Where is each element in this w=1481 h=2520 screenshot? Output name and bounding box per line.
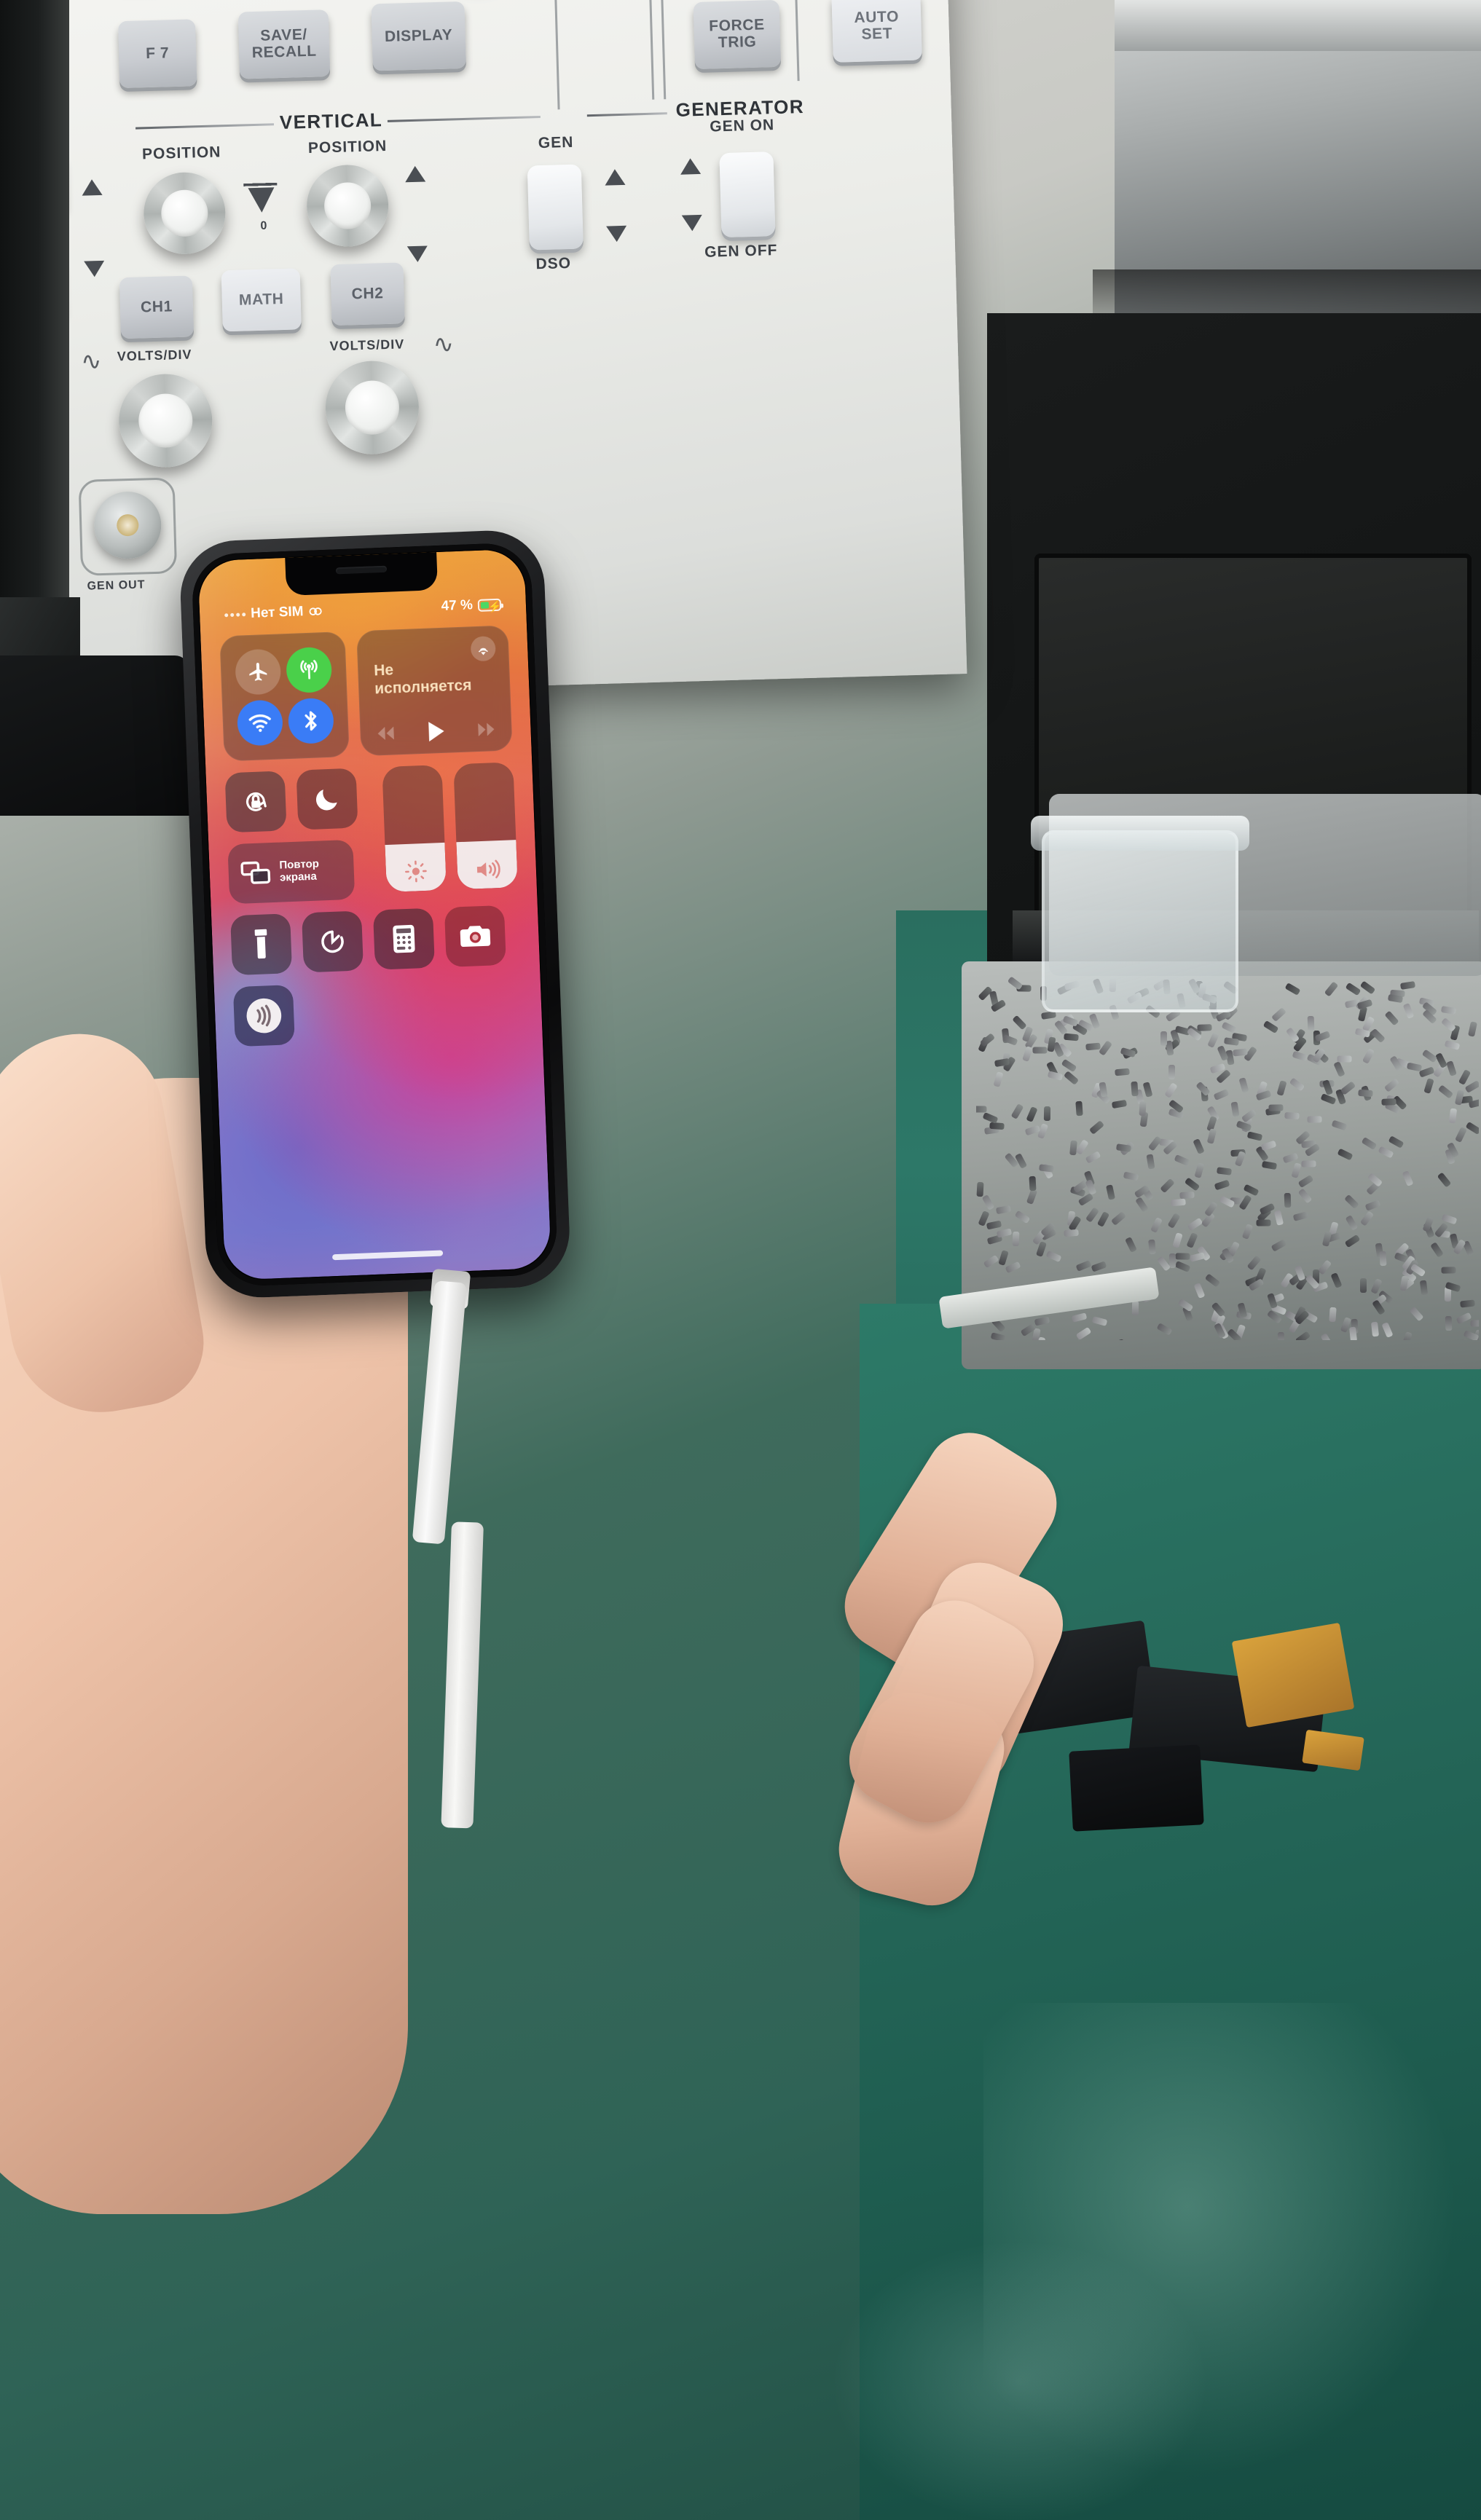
status-bar: Нет SIM 47 % ⚡ [200,591,527,628]
link-icon [308,606,323,617]
rotation-lock-icon [240,786,272,818]
scope-button-math[interactable]: MATH [221,268,302,331]
scope-button-ch1[interactable]: CH1 [119,275,194,339]
scope-cable-shadow [0,655,189,816]
fast-forward-icon[interactable] [475,721,498,738]
notch [285,552,438,596]
airplane-mode-toggle[interactable] [235,648,281,695]
control-center[interactable]: Не исполняется Повтор экрана [200,624,543,1059]
clear-parts-box [1042,830,1238,1012]
do-not-disturb-toggle[interactable] [296,768,358,830]
logic-board-piece-3 [1069,1744,1204,1831]
scope-button-auto-set[interactable]: AUTO SET [831,0,922,63]
scope-knob-voltsdiv-1[interactable] [118,373,214,469]
bluetooth-toggle[interactable] [288,698,334,744]
screen-mirroring-label: Повтор экрана [279,859,320,885]
scope-button-ch2[interactable]: CH2 [330,262,404,326]
airplay-icon[interactable] [471,636,496,661]
scope-label-dso: DSO [535,255,571,273]
flex-cable-gold [1232,1623,1355,1728]
airplane-icon [246,660,270,684]
scope-label-position-1: POSITION [142,143,221,163]
scope-knob-voltsdiv-2[interactable] [324,360,420,456]
nfc-reader-button[interactable] [233,985,295,1047]
brightness-slider[interactable] [382,765,447,892]
scope-label-ground-zero: 0 [249,219,278,233]
now-playing-title: Не исполняется [374,659,467,698]
scope-label-voltsdiv-1: VOLTS/DIV [117,347,192,365]
contactless-wave-icon [243,995,285,1037]
scope-button-display[interactable]: DISPLAY [371,1,466,71]
moon-icon [313,784,341,813]
metal-tin-lid [1115,0,1481,51]
iphone-screen[interactable]: Нет SIM 47 % ⚡ Не исполняется Повтор экр… [197,548,551,1280]
scope-label-gen-on: GEN ON [710,117,774,135]
brightness-icon [403,859,428,884]
sine-wave-marking-2: ∿ [433,329,455,359]
rotation-lock-toggle[interactable] [225,771,287,832]
now-playing-module[interactable]: Не исполняется [356,625,512,756]
scope-knob-position-1[interactable] [143,171,227,255]
iphone-device[interactable]: Нет SIM 47 % ⚡ Не исполняется Повтор экр… [191,542,558,1287]
scope-button-save-recall-label: SAVE/ RECALL [251,27,317,62]
calculator-icon [392,924,417,954]
scope-button-auto-set-label: AUTO SET [854,9,900,44]
scope-button-force-trig[interactable]: FORCE TRIG [694,0,782,69]
wifi-icon [247,712,272,734]
volume-icon [474,857,500,881]
charging-bolt-icon: ⚡ [488,599,502,613]
cellular-data-toggle[interactable] [286,647,332,693]
connectivity-module[interactable] [219,631,349,761]
clear-parts-box-lid [1031,816,1249,851]
scope-left-bezel [0,0,69,699]
carrier-label: Нет SIM [251,604,304,622]
play-icon[interactable] [425,720,447,744]
earpiece-speaker [336,566,387,575]
flashlight-icon [253,928,270,961]
scope-label-gen-out: GEN OUT [87,578,145,593]
signal-dots-icon [224,613,245,617]
scope-section-vertical: VERTICAL [280,109,383,134]
scope-button-save-recall[interactable]: SAVE/ RECALL [238,9,331,79]
battery-icon: ⚡ [478,598,502,611]
wifi-toggle[interactable] [237,699,283,746]
scope-label-position-2: POSITION [308,138,388,157]
timer-button[interactable] [302,910,364,972]
media-controls[interactable] [360,717,512,746]
workbench-scene: F 7 SAVE/ RECALL DISPLAY MENU SINGLE SEQ… [0,0,1481,2520]
volume-slider[interactable] [453,762,518,889]
camera-button[interactable] [444,905,506,967]
bluetooth-icon [299,708,322,733]
timer-icon [318,926,348,957]
scope-toggle-gen-on-off[interactable] [719,151,775,237]
scope-label-voltsdiv-2: VOLTS/DIV [329,336,404,354]
cellular-antenna-icon [296,657,322,682]
scope-label-gen-off: GEN OFF [704,242,778,261]
sine-wave-marking-1: ∿ [80,347,102,377]
battery-percent-label: 47 % [441,597,473,615]
flashlight-button[interactable] [230,913,292,975]
scope-button-force-trig-label: FORCE TRIG [709,17,766,52]
screen-mirroring-button[interactable]: Повтор экрана [227,840,355,905]
scope-label-gen: GEN [538,134,574,152]
camera-icon [460,924,491,950]
rewind-icon[interactable] [374,725,397,741]
calculator-button[interactable] [373,908,435,970]
scope-knob-position-2[interactable] [306,164,390,248]
home-indicator[interactable] [332,1250,443,1260]
scope-button-f7[interactable]: F 7 [118,19,197,88]
mat-reflection-2 [816,2229,1224,2520]
screen-mirroring-icon [240,860,271,886]
scope-toggle-gen-dso[interactable] [527,165,584,251]
